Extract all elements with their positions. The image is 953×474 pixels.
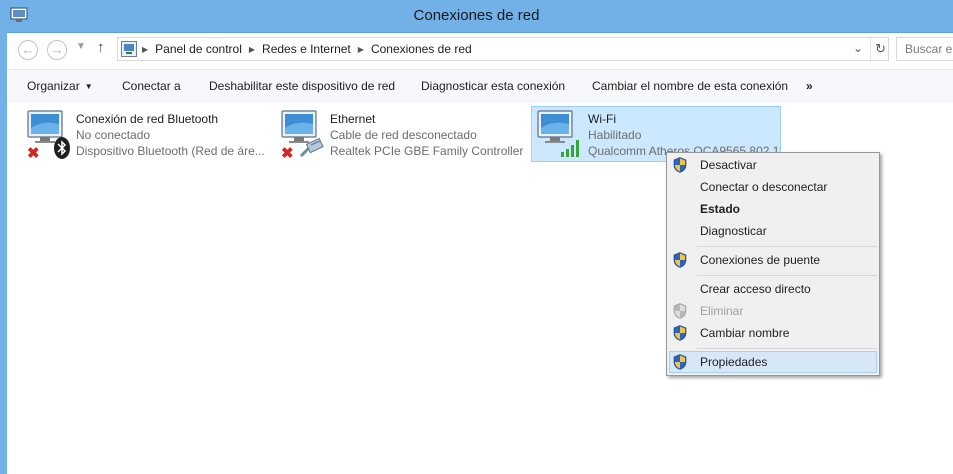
connection-info: Ethernet Cable de red desconectado Realt… xyxy=(330,111,523,159)
breadcrumb-control-panel[interactable]: Panel de control xyxy=(155,42,242,56)
control-panel-icon xyxy=(121,41,137,57)
more-commands-button[interactable]: » xyxy=(806,79,813,93)
up-button[interactable]: ↑ xyxy=(97,39,105,56)
connection-status: No conectado xyxy=(76,128,151,142)
menu-item-label: Conectar o desconectar xyxy=(700,180,828,194)
chevron-down-icon: ▼ xyxy=(76,41,86,52)
window-frame xyxy=(0,32,7,474)
menu-item-status[interactable]: Estado xyxy=(669,198,877,220)
menu-item-bridge-connections[interactable]: Conexiones de puente xyxy=(669,249,877,271)
organize-button[interactable]: Organizar ▼ xyxy=(27,79,93,93)
breadcrumb: ▶ Panel de control ▶ Redes e Internet ▶ Conex… xyxy=(142,42,472,56)
menu-item-create-shortcut[interactable]: Crear acceso directo xyxy=(669,278,877,300)
arrow-up-icon: ↑ xyxy=(97,39,105,56)
menu-item-deactivate[interactable]: Desactivar xyxy=(669,154,877,176)
menu-item-delete: Eliminar xyxy=(669,300,877,322)
menu-separator xyxy=(697,275,877,276)
disable-device-button[interactable]: Deshabilitar este dispositivo de red xyxy=(209,79,395,93)
breadcrumb-separator-icon[interactable]: ▶ xyxy=(142,45,148,54)
menu-item-label: Conexiones de puente xyxy=(700,253,821,267)
breadcrumb-separator-icon[interactable]: ▶ xyxy=(358,45,364,54)
wifi-signal-icon xyxy=(561,140,579,157)
address-bar[interactable]: ▶ Panel de control ▶ Redes e Internet ▶ Conex… xyxy=(117,37,889,61)
search-input[interactable]: Buscar en Conexiones de red xyxy=(896,37,953,61)
menu-separator xyxy=(697,348,877,349)
menu-item-label: Cambiar nombre xyxy=(700,326,790,340)
chevron-down-icon: ▼ xyxy=(84,82,93,91)
connection-name: Wi-Fi xyxy=(588,112,616,126)
menu-item-rename[interactable]: Cambiar nombre xyxy=(669,322,877,344)
command-bar: Organizar ▼ Conectar a Deshabilitar este … xyxy=(7,69,953,104)
breadcrumb-separator-icon[interactable]: ▶ xyxy=(249,45,255,54)
connect-to-button[interactable]: Conectar a xyxy=(122,79,181,93)
connection-item-ethernet[interactable]: ✖ Ethernet Cable de red desconectado Rea… xyxy=(275,106,525,162)
uac-shield-icon xyxy=(673,325,687,341)
ethernet-cable-icon xyxy=(299,138,324,158)
recent-locations-dropdown[interactable]: ▼ xyxy=(76,41,86,52)
rename-connection-button[interactable]: Cambiar el nombre de esta conexión xyxy=(592,79,788,93)
search-placeholder: Buscar en Conexiones de red xyxy=(905,42,953,56)
arrow-right-icon: → xyxy=(50,42,64,57)
connection-status: Habilitado xyxy=(588,128,642,142)
address-dropdown[interactable]: ⌄ xyxy=(853,41,863,55)
forward-button[interactable]: → xyxy=(47,40,67,60)
organize-label: Organizar xyxy=(27,79,80,93)
refresh-button[interactable]: ↻ xyxy=(870,38,890,60)
diagnose-connection-button[interactable]: Diagnosticar esta conexión xyxy=(421,79,565,93)
address-row: ← → ▼ ↑ ▶ Panel de control ▶ Redes e Intern… xyxy=(7,33,953,68)
back-button[interactable]: ← xyxy=(18,40,38,60)
connection-item-bluetooth[interactable]: ✖ Conexión de red Bluetooth No conectado… xyxy=(21,106,271,162)
uac-shield-icon xyxy=(673,354,687,370)
menu-item-label: Eliminar xyxy=(700,304,744,318)
connection-name: Ethernet xyxy=(330,112,376,126)
menu-item-label: Propiedades xyxy=(700,355,768,369)
menu-item-label: Crear acceso directo xyxy=(700,282,811,296)
network-connections-window: Conexiones de red ← → ▼ ↑ ▶ Panel de cont… xyxy=(0,0,953,474)
window-title: Conexiones de red xyxy=(413,7,540,24)
menu-item-label: Estado xyxy=(700,202,741,216)
menu-item-properties[interactable]: Propiedades xyxy=(669,351,877,373)
disconnected-x-icon: ✖ xyxy=(27,145,40,162)
menu-separator xyxy=(697,246,877,247)
menu-item-connect-disconnect[interactable]: Conectar o desconectar xyxy=(669,176,877,198)
connection-device: Realtek PCIe GBE Family Controller xyxy=(330,144,524,158)
connection-status: Cable de red desconectado xyxy=(330,128,477,142)
menu-item-label: Diagnosticar xyxy=(700,224,767,238)
connection-name: Conexión de red Bluetooth xyxy=(76,112,219,126)
disconnected-x-icon: ✖ xyxy=(281,145,294,162)
uac-shield-icon xyxy=(673,157,687,173)
chevron-down-icon: ⌄ xyxy=(853,41,864,55)
uac-shield-icon xyxy=(673,303,687,319)
bluetooth-icon xyxy=(54,137,70,159)
title-bar[interactable]: Conexiones de red xyxy=(0,0,953,33)
arrow-left-icon: ← xyxy=(21,42,35,57)
uac-shield-icon xyxy=(673,252,687,268)
menu-item-label: Desactivar xyxy=(700,158,757,172)
connection-info: Conexión de red Bluetooth No conectado D… xyxy=(76,111,265,159)
connection-device: Dispositivo Bluetooth (Red de áre... xyxy=(76,144,265,158)
refresh-icon: ↻ xyxy=(875,41,886,56)
context-menu: Desactivar Conectar o desconectar Estado… xyxy=(666,152,880,376)
menu-item-diagnose[interactable]: Diagnosticar xyxy=(669,220,877,242)
breadcrumb-network-connections[interactable]: Conexiones de red xyxy=(371,42,472,56)
breadcrumb-network-internet[interactable]: Redes e Internet xyxy=(262,42,351,56)
